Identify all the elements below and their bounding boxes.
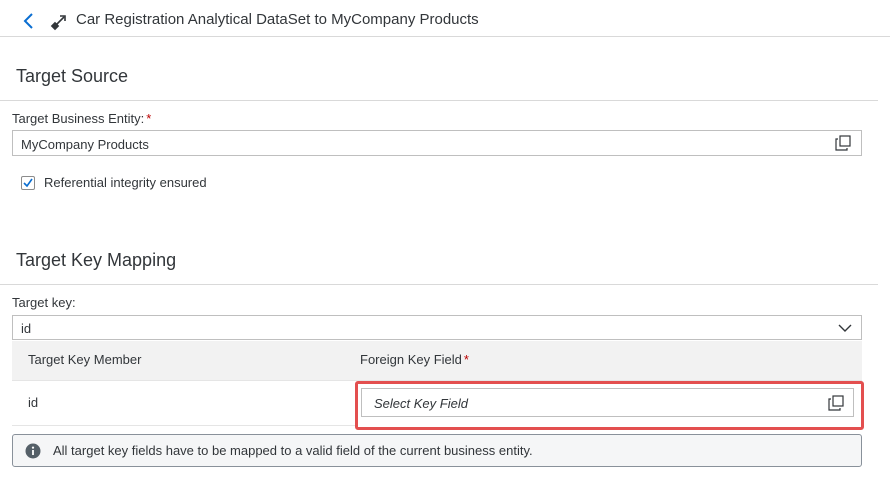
foreign-key-placeholder: Select Key Field [374, 396, 468, 411]
required-mark: * [146, 111, 152, 126]
header-divider [0, 36, 890, 37]
chevron-left-icon [23, 13, 33, 29]
business-entity-label: Target Business Entity: * [12, 111, 152, 126]
business-entity-field[interactable]: MyCompany Products [12, 130, 862, 156]
target-key-label: Target key: [12, 295, 76, 310]
foreign-key-field-input[interactable]: Select Key Field [361, 388, 854, 417]
referential-integrity-checkbox[interactable] [21, 176, 35, 190]
target-key-value: id [21, 321, 32, 336]
column-header-foreign-key-field: Foreign Key Field * [360, 352, 469, 367]
section-title-target-source: Target Source [16, 66, 129, 86]
target-key-select[interactable]: id [12, 315, 862, 340]
row-target-key-member: id [28, 395, 39, 410]
table-row-divider [12, 425, 355, 426]
checkmark-icon [23, 178, 33, 188]
section-title-target-key-mapping: Target Key Mapping [16, 250, 177, 270]
value-help-icon[interactable] [828, 395, 844, 411]
back-button[interactable] [20, 11, 38, 31]
section-divider [0, 100, 878, 101]
info-message-text: All target key fields have to be mapped … [53, 443, 533, 458]
value-help-icon[interactable] [835, 135, 851, 151]
required-mark: * [463, 352, 469, 367]
column-header-target-key-member: Target Key Member [28, 352, 142, 367]
page-title: Car Registration Analytical DataSet to M… [76, 11, 479, 28]
info-message-strip: All target key fields have to be mapped … [12, 434, 862, 467]
association-icon [50, 11, 70, 31]
info-icon [25, 443, 41, 459]
chevron-down-icon[interactable] [837, 320, 853, 336]
referential-integrity-label: Referential integrity ensured [44, 175, 207, 190]
business-entity-value: MyCompany Products [21, 137, 149, 152]
section-divider [0, 284, 878, 285]
